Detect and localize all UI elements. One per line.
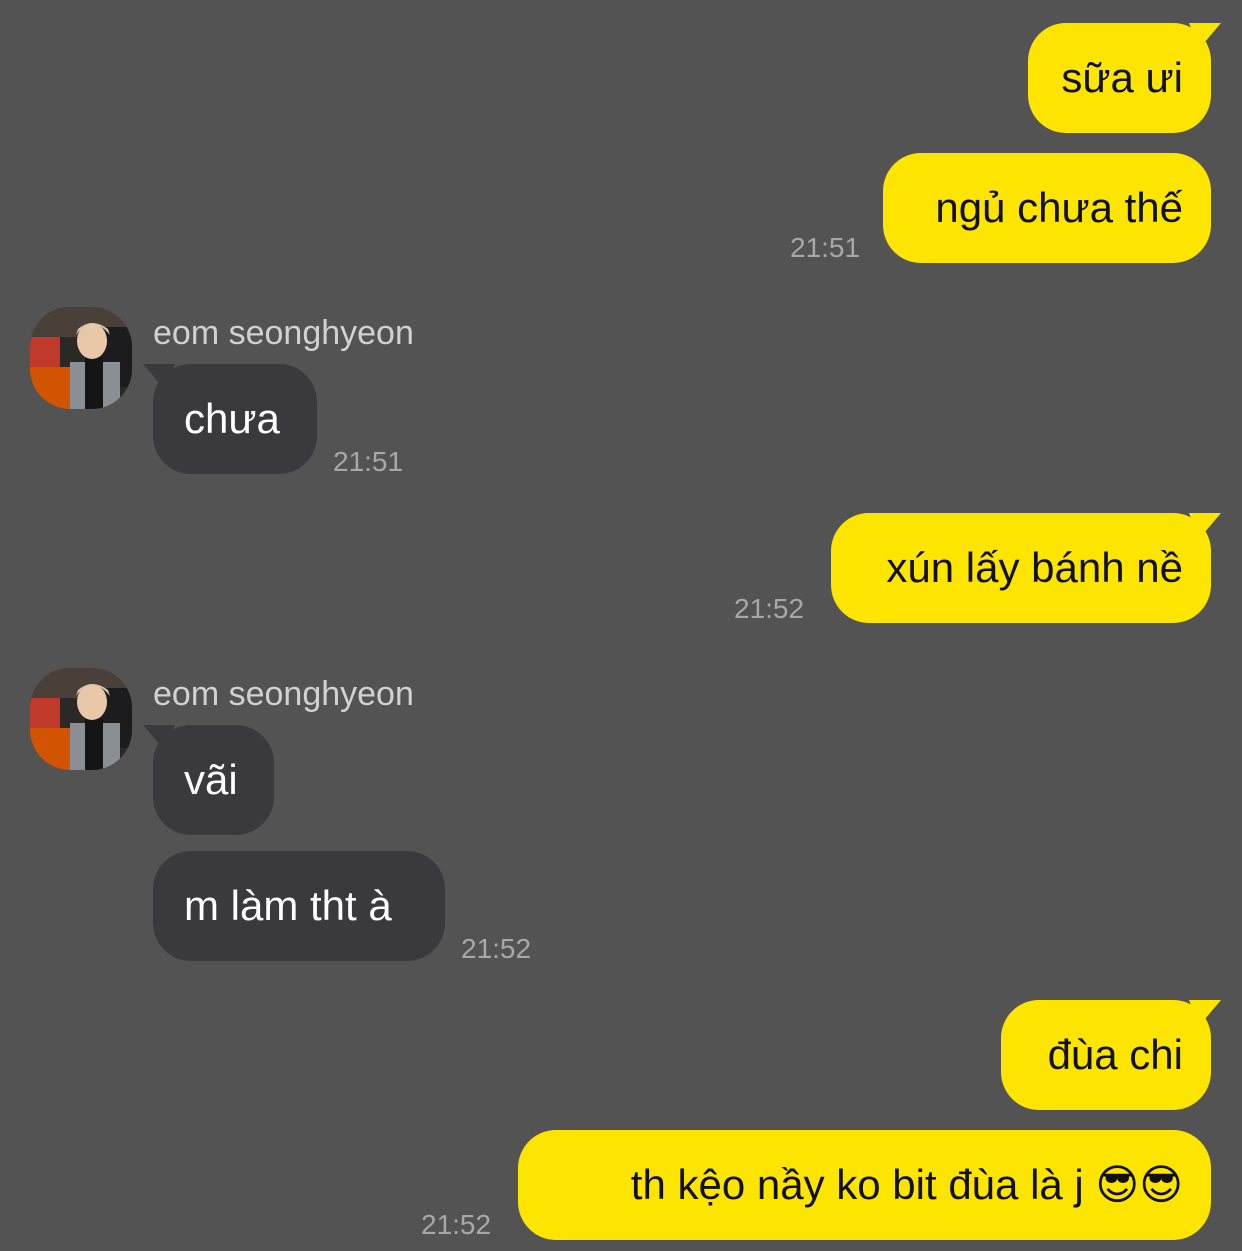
bubble-tail bbox=[1189, 513, 1221, 539]
sender-name: eom seonghyeon bbox=[153, 675, 414, 713]
message-bubble-received[interactable]: chưa bbox=[143, 364, 317, 474]
message-text: chưa bbox=[184, 395, 280, 442]
bubble-tail bbox=[143, 364, 175, 390]
message-text: sữa ưi bbox=[1061, 54, 1183, 101]
message-text: m làm tht à bbox=[184, 882, 392, 929]
message-timestamp: 21:52 bbox=[461, 933, 532, 964]
message-bubble-sent[interactable]: ngủ chưa thế bbox=[883, 153, 1211, 263]
contact-avatar[interactable] bbox=[30, 668, 132, 770]
message-bubble-sent[interactable]: xún lấy bánh nề bbox=[831, 513, 1221, 623]
message-timestamp: 21:52 bbox=[734, 593, 805, 624]
message-bubble-sent[interactable]: đùa chi bbox=[1001, 1000, 1221, 1110]
message-bubble-received[interactable]: m làm tht à bbox=[153, 851, 445, 961]
message-text: th kệo nầy ko bit đùa là j 😎😎 bbox=[630, 1161, 1183, 1208]
message-timestamp: 21:52 bbox=[421, 1209, 492, 1240]
message-text: ngủ chưa thế bbox=[935, 184, 1183, 231]
bubble-tail bbox=[1189, 23, 1221, 49]
message-text: đùa chi bbox=[1047, 1031, 1183, 1078]
message-bubble-sent[interactable]: th kệo nầy ko bit đùa là j 😎😎 bbox=[518, 1130, 1211, 1240]
message-bubble-sent[interactable]: sữa ưi bbox=[1028, 23, 1221, 133]
contact-avatar[interactable] bbox=[30, 307, 132, 409]
message-timestamp: 21:51 bbox=[790, 232, 861, 263]
message-text: vãi bbox=[184, 756, 238, 803]
sender-name: eom seonghyeon bbox=[153, 314, 414, 352]
message-timestamp: 21:51 bbox=[333, 446, 404, 477]
message-bubble-received[interactable]: vãi bbox=[143, 725, 274, 835]
message-text: xún lấy bánh nề bbox=[886, 544, 1183, 591]
bubble-tail bbox=[1189, 1000, 1221, 1026]
bubble-tail bbox=[143, 725, 175, 751]
